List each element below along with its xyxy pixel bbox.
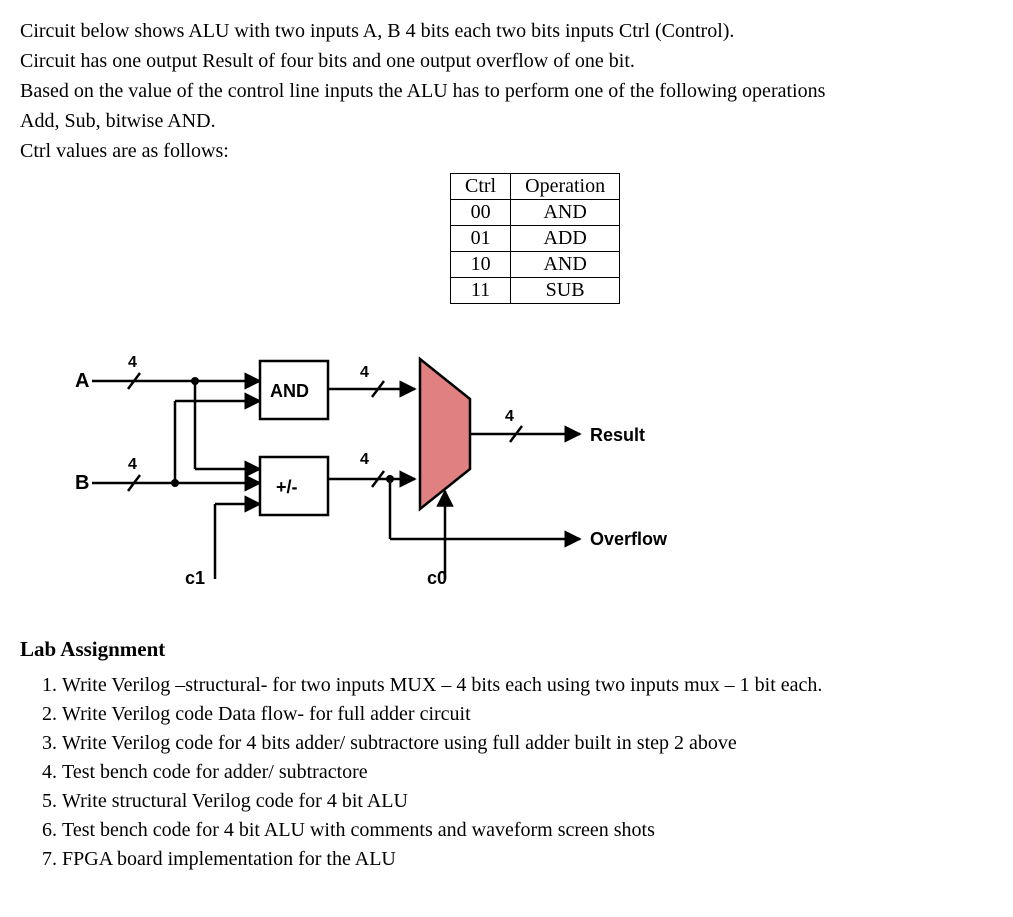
table-row: 00 AND (451, 200, 620, 226)
op-cell: AND (511, 252, 620, 278)
table-row: 11 SUB (451, 278, 620, 304)
bus-width-label: 4 (360, 451, 369, 468)
lab-assignment-heading: Lab Assignment (20, 637, 993, 662)
intro-line: Add, Sub, bitwise AND. (20, 107, 993, 135)
list-item: Test bench code for adder/ subtractore (62, 759, 993, 786)
list-item: Write structural Verilog code for 4 bit … (62, 788, 993, 815)
table-header-ctrl: Ctrl (451, 174, 511, 200)
table-row: 01 ADD (451, 226, 620, 252)
mux-block (420, 359, 470, 509)
intro-paragraph: Circuit below shows ALU with two inputs … (20, 17, 993, 165)
ctrl-cell: 01 (451, 226, 511, 252)
list-item: Write Verilog –structural- for two input… (62, 672, 993, 699)
list-item: FPGA board implementation for the ALU (62, 846, 993, 873)
c0-label: c0 (427, 568, 447, 588)
op-cell: ADD (511, 226, 620, 252)
overflow-label: Overflow (590, 529, 668, 549)
bus-width-label: 4 (128, 456, 137, 473)
c1-label: c1 (185, 568, 205, 588)
list-item: Write Verilog code Data flow- for full a… (62, 701, 993, 728)
ctrl-operation-table: Ctrl Operation 00 AND 01 ADD 10 AND 11 S… (450, 173, 620, 304)
ctrl-cell: 10 (451, 252, 511, 278)
input-a-label: A (75, 370, 89, 392)
table-row: 10 AND (451, 252, 620, 278)
alu-circuit-diagram: A 4 B 4 c1 AND +/- 4 (50, 329, 700, 619)
intro-line: Circuit below shows ALU with two inputs … (20, 17, 993, 45)
table-header-op: Operation (511, 174, 620, 200)
list-item: Test bench code for 4 bit ALU with comme… (62, 817, 993, 844)
ctrl-cell: 11 (451, 278, 511, 304)
bus-width-label: 4 (360, 364, 369, 381)
intro-line: Circuit has one output Result of four bi… (20, 47, 993, 75)
and-block-label: AND (270, 381, 309, 401)
bus-width-label: 4 (505, 408, 514, 425)
assignment-list: Write Verilog –structural- for two input… (20, 672, 993, 873)
intro-line: Based on the value of the control line i… (20, 77, 993, 105)
ctrl-cell: 00 (451, 200, 511, 226)
addsub-block-label: +/- (276, 477, 298, 497)
intro-line: Ctrl values are as follows: (20, 137, 993, 165)
list-item: Write Verilog code for 4 bits adder/ sub… (62, 730, 993, 757)
result-label: Result (590, 425, 645, 445)
op-cell: AND (511, 200, 620, 226)
bus-width-label: 4 (128, 354, 137, 371)
op-cell: SUB (511, 278, 620, 304)
input-b-label: B (75, 472, 89, 494)
